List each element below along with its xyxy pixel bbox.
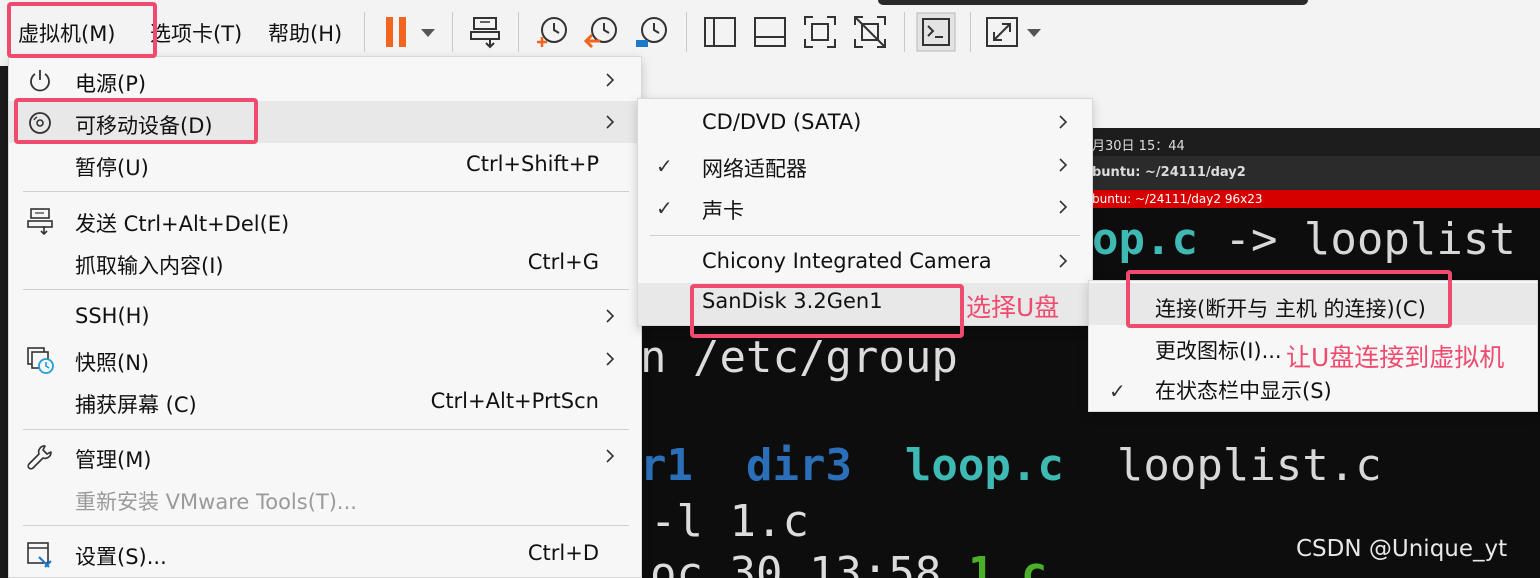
menu-separator	[23, 191, 629, 192]
menu-item-label: 网络适配器	[702, 157, 807, 181]
menu-item-label: 快照(N)	[75, 351, 150, 375]
annotation-box-removable-devices	[14, 98, 258, 144]
device-item-network-adapter[interactable]: ✓ 网络适配器	[638, 144, 1092, 186]
menu-item-label: CD/DVD (SATA)	[702, 110, 862, 134]
pause-icon[interactable]	[380, 14, 416, 50]
menu-item-settings[interactable]: 设置(S)... Ctrl+D	[9, 532, 641, 574]
menu-item-grab-input[interactable]: 抓取输入内容(I) Ctrl+G	[9, 241, 641, 283]
send-keys-icon	[27, 208, 53, 236]
checkmark-icon: ✓	[656, 154, 673, 178]
toolbar-separator	[970, 12, 971, 52]
menu-item-label: 电源(P)	[75, 72, 147, 96]
menu-item-label: 更改图标(I)...	[1155, 339, 1282, 363]
menu-item-label: 抓取输入内容(I)	[75, 254, 224, 278]
stretch-guest-icon[interactable]	[984, 14, 1020, 50]
revert-snapshot-icon[interactable]	[584, 14, 620, 50]
menu-item-label: 暂停(U)	[75, 156, 149, 180]
chevron-right-icon	[1059, 200, 1068, 214]
menu-separator	[23, 289, 629, 290]
menu-item-label: 管理(M)	[75, 448, 152, 472]
menu-item-label: 设置(S)...	[75, 545, 167, 569]
pause-dropdown-icon[interactable]	[418, 14, 438, 50]
menu-item-reinstall-vmware-tools: 重新安装 VMware Tools(T)...	[9, 477, 641, 519]
menu-separator	[650, 235, 1080, 236]
terminal-line: -l 1.c	[650, 496, 809, 547]
console-view-icon[interactable]	[916, 12, 956, 52]
usb-item-show-in-statusbar[interactable]: ✓ 在状态栏中显示(S)	[1089, 369, 1537, 411]
library-view-icon[interactable]	[702, 14, 738, 50]
settings-icon	[27, 542, 52, 568]
menu-help[interactable]: 帮助(H)	[268, 18, 342, 48]
toolbar-separator	[904, 12, 905, 52]
menu-item-shortcut: Ctrl+Alt+PrtScn	[430, 389, 599, 413]
device-item-sound-card[interactable]: ✓ 声卡	[638, 186, 1092, 228]
top-edge-strip	[878, 0, 1308, 5]
thumbnail-view-icon[interactable]	[752, 14, 788, 50]
menu-item-power[interactable]: 电源(P)	[9, 59, 641, 101]
menu-item-capture-screen[interactable]: 捕获屏幕 (C) Ctrl+Alt+PrtScn	[9, 380, 641, 422]
checkmark-icon: ✓	[1109, 379, 1126, 403]
toolbar-separator	[452, 12, 453, 52]
chevron-right-icon	[606, 449, 615, 463]
device-item-camera[interactable]: Chicony Integrated Camera	[638, 240, 1092, 282]
menu-item-label: 重新安装 VMware Tools(T)...	[75, 490, 357, 514]
wrench-icon	[27, 445, 52, 470]
fullscreen-icon[interactable]	[802, 14, 838, 50]
terminal-line: oc 30 13:58 1.c	[650, 548, 1048, 578]
menu-item-label: 在状态栏中显示(S)	[1155, 379, 1332, 403]
toolbar-separator	[518, 12, 519, 52]
unity-mode-icon[interactable]	[852, 14, 888, 50]
chevron-right-icon	[606, 73, 615, 87]
annotation-box-sandisk	[690, 284, 964, 338]
snapshot-icon	[27, 347, 54, 374]
watermark: CSDN @Unique_yt	[1296, 536, 1508, 562]
menu-item-label: 发送 Ctrl+Alt+Del(E)	[75, 212, 290, 236]
chevron-right-icon	[606, 309, 615, 323]
chevron-right-icon	[1059, 254, 1068, 268]
menu-item-label: 声卡	[702, 199, 744, 223]
chevron-right-icon	[1059, 158, 1068, 172]
snapshot-manager-icon[interactable]	[634, 14, 670, 50]
menu-item-manage[interactable]: 管理(M)	[9, 435, 641, 477]
terminal-line: r1 dir3 loop.c looplist.c	[640, 440, 1382, 491]
menu-item-shortcut: Ctrl+G	[527, 250, 599, 274]
menu-separator	[23, 429, 629, 430]
menu-item-ssh[interactable]: SSH(H)	[9, 295, 641, 337]
terminal-line: n /etc/group	[640, 332, 958, 383]
menu-item-send-ctrl-alt-del[interactable]: 发送 Ctrl+Alt+Del(E)	[9, 199, 641, 241]
menu-tabs[interactable]: 选项卡(T)	[150, 18, 242, 48]
power-icon	[30, 70, 50, 92]
device-item-cddvd[interactable]: CD/DVD (SATA)	[638, 101, 1092, 143]
annotation-box-connect	[1126, 270, 1452, 328]
menu-item-label: 捕获屏幕 (C)	[75, 393, 197, 417]
menu-item-shortcut: Ctrl+Shift+P	[466, 152, 599, 176]
chevron-right-icon	[606, 352, 615, 366]
toolbar-separator	[364, 12, 365, 52]
annotation-connect-usb: 让U盘连接到虚拟机	[1286, 343, 1505, 372]
menu-item-snapshot[interactable]: 快照(N)	[9, 338, 641, 380]
chevron-right-icon	[606, 115, 615, 129]
menu-item-label: Chicony Integrated Camera	[702, 249, 992, 273]
chevron-right-icon	[1059, 115, 1068, 129]
terminal-line: op.c -> looplist	[1092, 214, 1516, 265]
toolbar-separator	[686, 12, 687, 52]
annotation-select-usb: 选择U盘	[966, 293, 1060, 322]
stretch-dropdown-icon[interactable]	[1024, 14, 1044, 50]
annotation-box-vm-menu	[7, 2, 157, 58]
take-snapshot-icon[interactable]	[534, 14, 570, 50]
menu-separator	[23, 525, 629, 526]
menu-item-pause[interactable]: 暂停(U) Ctrl+Shift+P	[9, 143, 641, 185]
send-keys-icon[interactable]	[468, 14, 504, 50]
checkmark-icon: ✓	[656, 196, 673, 220]
menu-item-shortcut: Ctrl+D	[527, 541, 599, 565]
menu-item-label: SSH(H)	[75, 304, 150, 328]
